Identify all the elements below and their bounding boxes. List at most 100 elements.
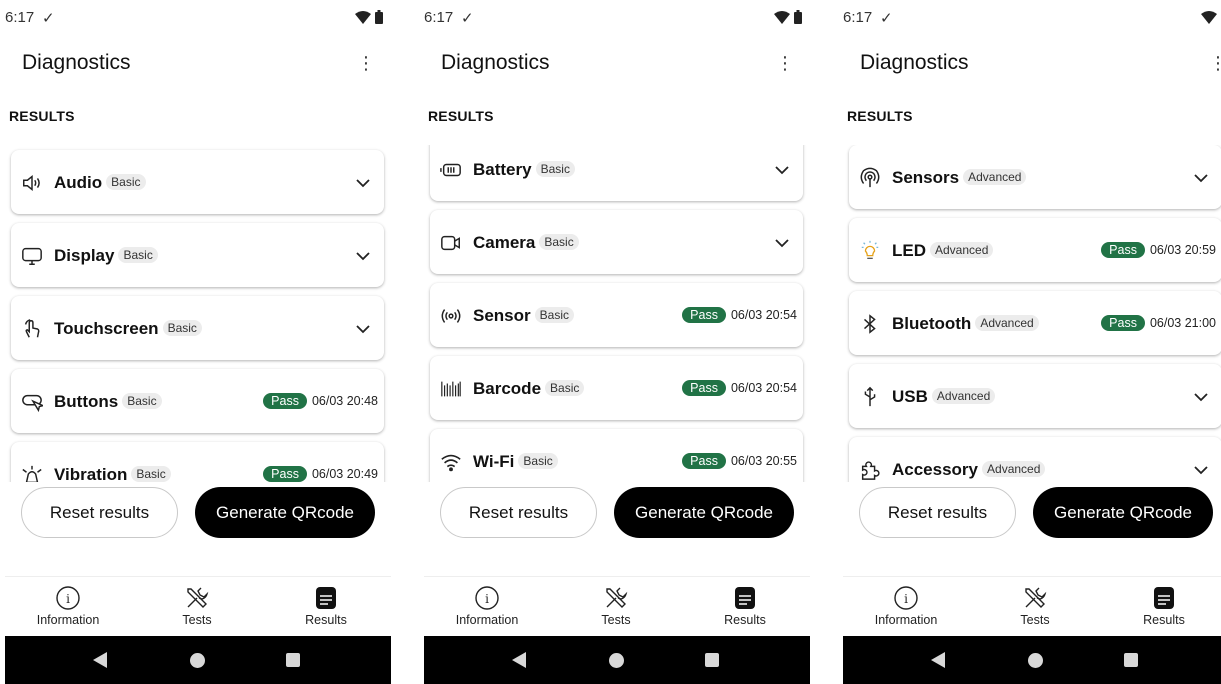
card-title: Camera [473, 233, 536, 252]
status-time: 6:17 [843, 9, 873, 26]
result-date: 06/03 20:54 [730, 381, 797, 395]
system-navigation-bar [843, 636, 1221, 684]
nav-label: Information [36, 613, 100, 627]
result-card-display[interactable]: Display Basic [11, 223, 384, 287]
result-card-bluetooth[interactable]: Bluetooth Advanced Pass 06/03 21:00 [849, 291, 1221, 355]
status-icons [1201, 10, 1221, 24]
page-title: Diagnostics [441, 51, 550, 74]
card-title: Vibration [54, 465, 128, 482]
card-tag: Basic [122, 393, 162, 409]
nav-item-information[interactable]: i Information [432, 585, 542, 627]
card-title: Bluetooth [892, 314, 972, 333]
chevron-down-icon[interactable] [773, 234, 791, 252]
battery-icon [440, 163, 461, 177]
card-tag: Basic [131, 466, 171, 482]
reset-results-button[interactable]: Reset results [21, 487, 178, 538]
back-icon[interactable] [512, 652, 526, 668]
pass-badge: Pass [1101, 242, 1145, 258]
recent-apps-icon[interactable] [1124, 653, 1138, 667]
more-menu-icon[interactable]: ⋮ [1209, 52, 1221, 74]
chevron-down-icon[interactable] [354, 174, 372, 192]
result-card-buttons[interactable]: Buttons Basic Pass 06/03 20:48 [11, 369, 384, 433]
nav-item-tests[interactable]: Tests [142, 585, 252, 627]
results-list[interactable]: Sensors Advanced LED Advanced Pass 06/03 2… [843, 145, 1221, 482]
card-title: Buttons [54, 392, 119, 411]
result-card-audio[interactable]: Audio Basic [11, 150, 384, 214]
led-bulb-icon [861, 240, 879, 259]
result-card-barcode[interactable]: Barcode Basic Pass 06/03 20:54 [430, 356, 803, 420]
pass-badge: Pass [682, 307, 726, 323]
wifi-signal-icon [774, 10, 790, 24]
svg-text:i: i [485, 592, 489, 606]
card-tag: Basic [535, 161, 575, 177]
home-icon[interactable] [190, 653, 205, 668]
nav-item-results[interactable]: Results [271, 585, 381, 627]
reset-results-button[interactable]: Reset results [859, 487, 1016, 538]
nav-item-tests[interactable]: Tests [980, 585, 1090, 627]
more-menu-icon[interactable]: ⋮ [776, 52, 794, 74]
card-title: Sensors [892, 168, 960, 187]
chevron-down-icon[interactable] [354, 320, 372, 338]
battery-status-icon [375, 10, 383, 24]
card-tag: Basic [106, 174, 146, 190]
wifi-icon [441, 454, 461, 472]
results-icon [735, 587, 755, 609]
home-icon[interactable] [609, 653, 624, 668]
result-card-led[interactable]: LED Advanced Pass 06/03 20:59 [849, 218, 1221, 282]
nav-item-tests[interactable]: Tests [561, 585, 671, 627]
result-card-touchscreen[interactable]: Touchscreen Basic [11, 296, 384, 360]
recent-apps-icon[interactable] [705, 653, 719, 667]
recent-apps-icon[interactable] [286, 653, 300, 667]
result-card-accessory[interactable]: Accessory Advanced [849, 437, 1221, 482]
chevron-down-icon[interactable] [1192, 461, 1210, 479]
usb-icon [864, 386, 876, 407]
result-date: 06/03 20:49 [311, 467, 378, 481]
result-card-usb[interactable]: USB Advanced [849, 364, 1221, 428]
camera-icon [441, 235, 460, 251]
back-icon[interactable] [931, 652, 945, 668]
result-card-wifi[interactable]: Wi-Fi Basic Pass 06/03 20:55 [430, 429, 803, 482]
result-card-battery[interactable]: Battery Basic [430, 145, 803, 201]
more-menu-icon[interactable]: ⋮ [357, 52, 375, 74]
generate-qrcode-button[interactable]: Generate QRcode [195, 487, 375, 538]
tools-icon [1025, 587, 1047, 608]
card-title: Battery [473, 160, 532, 179]
pass-badge: Pass [263, 466, 307, 482]
home-icon[interactable] [1028, 653, 1043, 668]
result-date: 06/03 21:00 [1149, 316, 1216, 330]
reset-results-button[interactable]: Reset results [440, 487, 597, 538]
result-card-vibration[interactable]: Vibration Basic Pass 06/03 20:49 [11, 442, 384, 482]
back-icon[interactable] [93, 652, 107, 668]
result-date: 06/03 20:59 [1149, 243, 1216, 257]
chevron-down-icon[interactable] [1192, 388, 1210, 406]
card-title: Wi-Fi [473, 452, 515, 471]
chevron-down-icon[interactable] [354, 247, 372, 265]
results-list[interactable]: Battery Basic Camera Basic Sensor Basic Pas… [424, 145, 810, 482]
nav-label: Results [1143, 613, 1185, 627]
nav-item-results[interactable]: Results [690, 585, 800, 627]
card-tag: Advanced [931, 388, 996, 404]
card-title: Accessory [892, 460, 979, 479]
card-title: Display [54, 246, 115, 265]
result-card-sensor[interactable]: Sensor Basic Pass 06/03 20:54 [430, 283, 803, 347]
results-list[interactable]: Audio Basic Display Basic Touchscreen Basic… [5, 145, 391, 482]
nav-label: Tests [1020, 613, 1050, 627]
result-date: 06/03 20:54 [730, 308, 797, 322]
system-navigation-bar [424, 636, 810, 684]
chevron-down-icon[interactable] [773, 161, 791, 179]
nav-item-information[interactable]: i Information [851, 585, 961, 627]
status-bar: 6:17 ✓ [843, 0, 1221, 36]
section-label: RESULTS [9, 108, 75, 124]
battery-status-icon [794, 10, 802, 24]
generate-qrcode-button[interactable]: Generate QRcode [614, 487, 794, 538]
nav-item-results[interactable]: Results [1109, 585, 1219, 627]
result-card-sensors[interactable]: Sensors Advanced [849, 145, 1221, 209]
chevron-down-icon[interactable] [1192, 169, 1210, 187]
generate-qrcode-button[interactable]: Generate QRcode [1033, 487, 1213, 538]
monitor-icon [22, 247, 42, 265]
result-status: Pass 06/03 20:49 [263, 466, 378, 482]
svg-text:i: i [66, 592, 70, 606]
result-card-camera[interactable]: Camera Basic [430, 210, 803, 274]
buttons-icon [22, 394, 43, 413]
nav-item-information[interactable]: i Information [13, 585, 123, 627]
